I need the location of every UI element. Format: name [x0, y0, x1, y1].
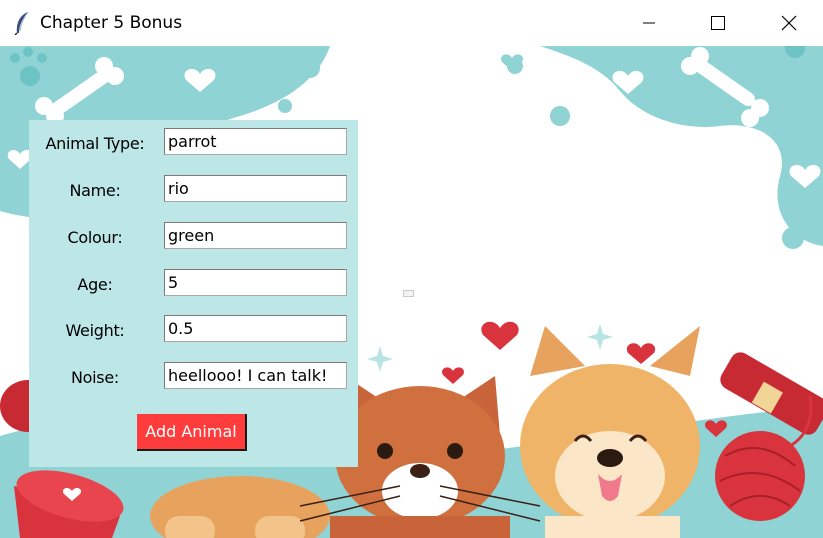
weight-input[interactable] [164, 315, 347, 342]
animal-type-label: Animal Type: [45, 134, 145, 153]
colour-label: Colour: [67, 228, 123, 247]
close-icon [781, 15, 797, 31]
animal-type-input[interactable] [164, 128, 347, 155]
close-button[interactable] [766, 0, 812, 46]
maximize-icon [711, 16, 725, 30]
colour-input[interactable] [164, 222, 347, 249]
name-input[interactable] [164, 175, 347, 202]
add-animal-button[interactable]: Add Animal [137, 414, 247, 451]
maximize-button[interactable] [695, 0, 741, 46]
age-input[interactable] [164, 269, 347, 296]
name-label: Name: [69, 181, 121, 200]
minimize-button[interactable] [626, 0, 672, 46]
noise-label: Noise: [71, 368, 119, 387]
window-title: Chapter 5 Bonus [40, 13, 183, 33]
noise-input[interactable] [164, 362, 347, 389]
animal-form-panel: Animal Type: Name: Colour: Age: Weight: … [29, 120, 358, 467]
feather-icon [12, 11, 32, 36]
age-label: Age: [77, 275, 113, 294]
canvas-artifact [403, 290, 414, 297]
weight-label: Weight: [65, 321, 125, 340]
minimize-icon [643, 22, 655, 24]
title-bar[interactable]: Chapter 5 Bonus [0, 0, 823, 46]
